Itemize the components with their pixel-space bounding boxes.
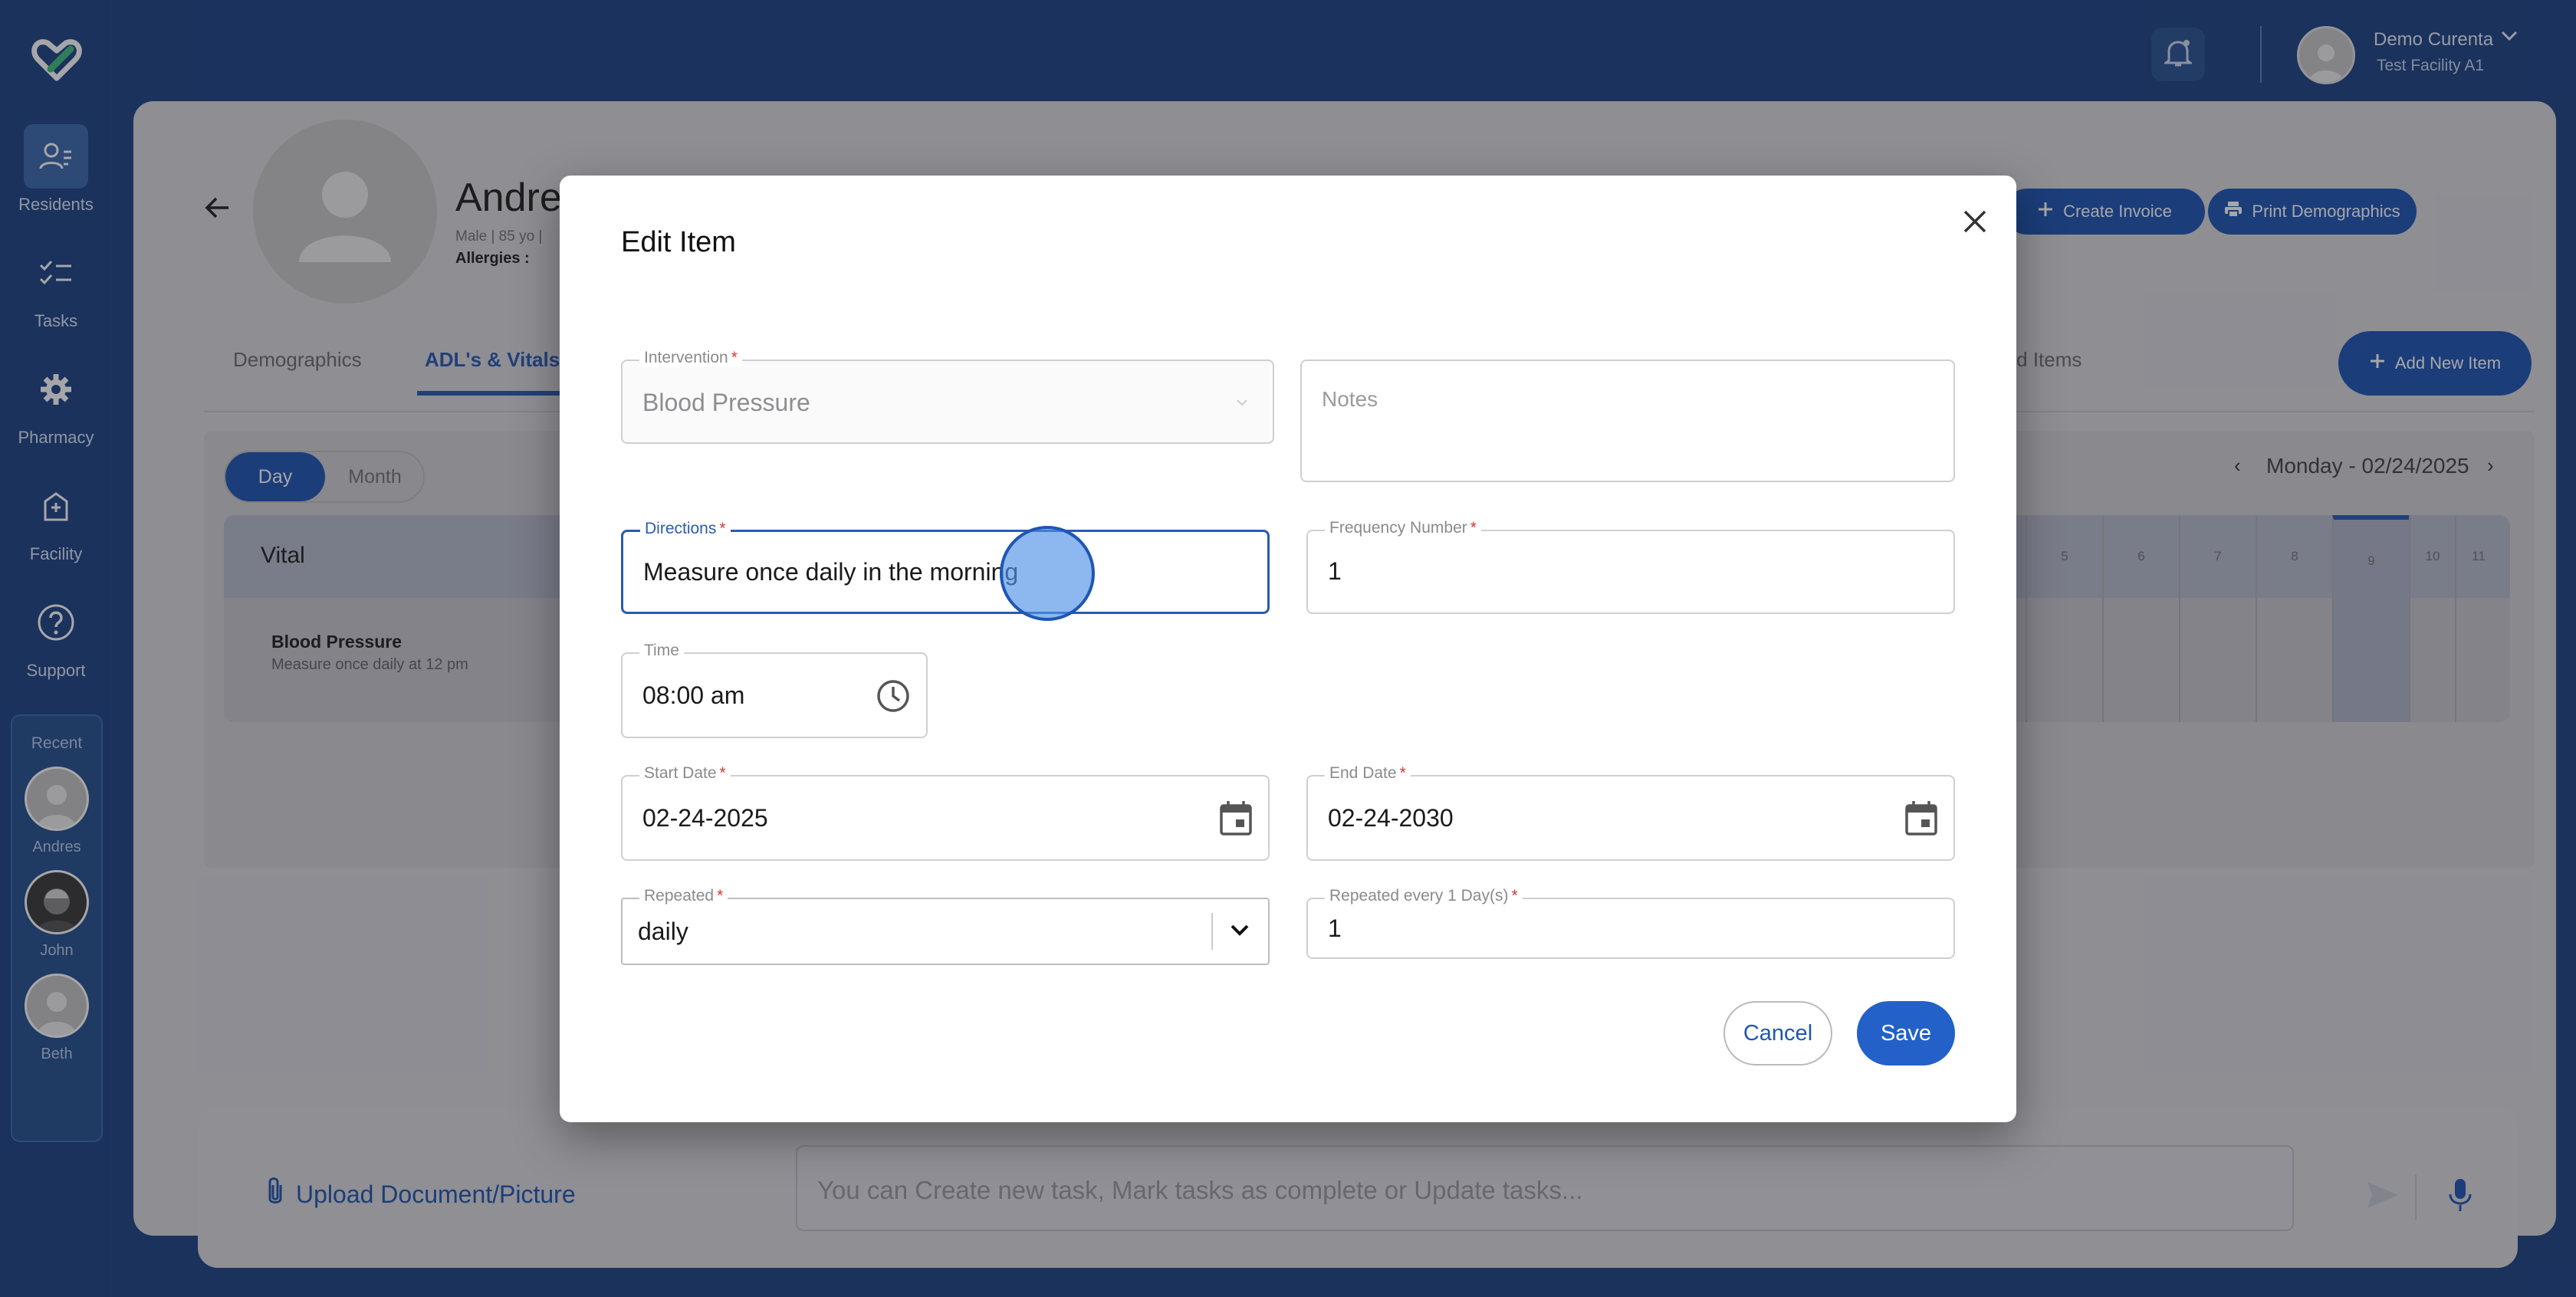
intervention-label: Intervention: [644, 349, 728, 366]
directions-label: Directions: [645, 520, 717, 537]
required-marker: *: [1470, 519, 1477, 537]
end-date-value: 02-24-2030: [1328, 804, 1454, 832]
required-marker: *: [1511, 887, 1518, 905]
save-button[interactable]: Save: [1857, 1001, 1955, 1066]
time-value: 08:00 am: [642, 681, 745, 709]
end-date-field[interactable]: End Date * 02-24-2030: [1306, 764, 1955, 861]
frequency-value: 1: [1328, 557, 1342, 585]
calendar-icon[interactable]: [1904, 800, 1938, 840]
start-date-value: 02-24-2025: [642, 804, 768, 832]
required-marker: *: [1399, 764, 1406, 782]
start-date-label: Start Date: [644, 764, 717, 782]
frequency-label: Frequency Number: [1329, 519, 1467, 537]
repeated-every-field[interactable]: Repeated every 1 Day(s) * 1: [1306, 887, 1955, 959]
time-label: Time: [644, 642, 679, 659]
start-date-field[interactable]: Start Date * 02-24-2025: [621, 764, 1270, 861]
intervention-value: Blood Pressure: [642, 389, 810, 416]
time-field[interactable]: Time 08:00 am: [621, 642, 928, 738]
repeated-value: daily: [638, 918, 688, 945]
modal-title: Edit Item: [621, 226, 736, 258]
repeated-every-value: 1: [1328, 914, 1342, 942]
close-icon: [1963, 209, 1987, 238]
frequency-number-field[interactable]: Frequency Number * 1: [1306, 519, 1955, 614]
required-marker: *: [731, 349, 738, 366]
notes-placeholder: Notes: [1322, 387, 1378, 411]
required-marker: *: [719, 520, 726, 537]
repeated-select[interactable]: Repeated * daily: [621, 887, 1270, 965]
close-button[interactable]: [1955, 203, 1995, 243]
repeated-every-label: Repeated every 1 Day(s): [1329, 887, 1509, 905]
notes-textarea[interactable]: Notes: [1300, 360, 1955, 482]
clock-icon[interactable]: [876, 678, 911, 717]
select-divider: [1211, 913, 1213, 950]
intervention-select[interactable]: Intervention * Blood Pressure: [621, 349, 1274, 444]
edit-item-modal: Edit Item Intervention * Blood Pressure N…: [560, 176, 2016, 1122]
required-marker: *: [719, 764, 726, 782]
chevron-down-icon: [1236, 396, 1248, 410]
calendar-icon[interactable]: [1219, 800, 1253, 840]
chevron-down-icon[interactable]: [1230, 924, 1250, 941]
directions-field[interactable]: Directions * Measure once daily in the mo…: [621, 520, 1270, 614]
required-marker: *: [717, 887, 724, 905]
end-date-label: End Date: [1329, 764, 1397, 782]
click-indicator: [1000, 526, 1095, 621]
repeated-label: Repeated: [644, 887, 715, 905]
directions-value: Measure once daily in the morning: [643, 558, 1019, 586]
cancel-button[interactable]: Cancel: [1723, 1001, 1832, 1066]
